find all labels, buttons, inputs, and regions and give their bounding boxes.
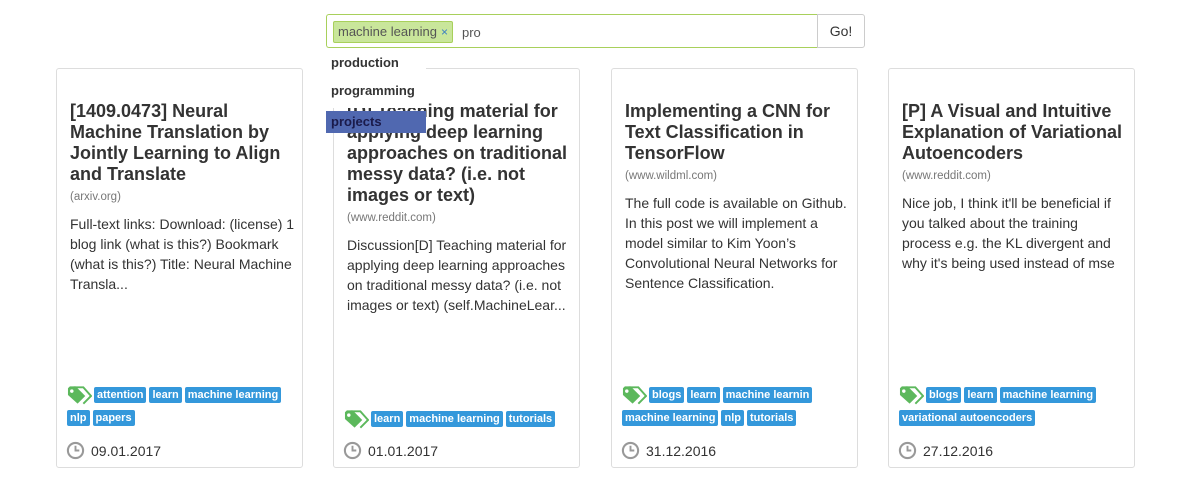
card-excerpt: The full code is available on Github. In… [625, 195, 847, 291]
clock-icon [898, 441, 917, 460]
tag-badge[interactable]: machine learning [406, 411, 503, 427]
article-card: [1409.0473] Neural Machine Translation b… [56, 68, 303, 468]
card-date: 01.01.2017 [368, 443, 439, 459]
chip-remove-icon[interactable]: × [441, 25, 448, 39]
suggestion-programming[interactable]: programming [326, 80, 426, 108]
card-date: 27.12.2016 [923, 443, 994, 459]
card-date: 09.01.2017 [91, 443, 162, 459]
card-source: (arxiv.org) [70, 191, 121, 203]
card-source: (www.reddit.com) [902, 170, 991, 182]
suggestion-production[interactable]: production [326, 52, 426, 80]
search-input[interactable] [462, 22, 762, 42]
card-title[interactable]: Implementing a CNN for Text Classificati… [625, 101, 850, 164]
tag-icon [899, 385, 925, 405]
tag-badge[interactable]: nlp [67, 410, 90, 426]
card-excerpt: Nice job, I think it'll be beneficial if… [902, 195, 1115, 271]
card-source: (www.wildml.com) [625, 170, 717, 182]
autocomplete-dropdown: production programming projects [326, 52, 426, 133]
card-title[interactable]: [1409.0473] Neural Machine Translation b… [70, 101, 295, 185]
tag-badge[interactable]: learn [964, 387, 997, 403]
tag-badge[interactable]: learn [687, 387, 720, 403]
tag-icon [67, 385, 93, 405]
tag-list: blogs learn machine learning variational au… [899, 385, 1131, 433]
clock-icon [343, 441, 362, 460]
tag-icon [344, 409, 370, 429]
selected-tag-chip: machine learning × [333, 21, 454, 43]
clock-icon [621, 441, 640, 460]
tag-list: attention learn machine learning nlp papers [67, 385, 299, 433]
tag-badge[interactable]: tutorials [505, 411, 556, 427]
tag-badge[interactable]: machine learnin [722, 387, 813, 403]
tag-badge[interactable]: tutorials [746, 410, 797, 426]
tag-badge[interactable]: attention [94, 387, 147, 403]
tag-list: blogs learn machine learninmachine learnin… [622, 385, 854, 433]
card-excerpt: Discussion[D] Teaching material for appl… [347, 237, 567, 313]
search-bar: machine learning× Go! [326, 14, 865, 48]
tag-badge[interactable]: machine learning [184, 387, 282, 403]
clock-icon [66, 441, 85, 460]
card-title[interactable]: [P] A Visual and Intuitive Explanation o… [902, 101, 1127, 164]
tag-badge[interactable]: learn [371, 411, 404, 427]
tag-search-box[interactable]: machine learning × [326, 14, 818, 48]
go-button[interactable]: Go! [817, 14, 865, 48]
tag-badge[interactable]: variational autoencoders [899, 410, 1036, 426]
chip-label: machine learning [338, 24, 438, 39]
tag-badge[interactable]: blogs [926, 387, 962, 403]
tag-icon [622, 385, 648, 405]
card-date: 31.12.2016 [646, 443, 717, 459]
tag-badge[interactable]: papers [92, 410, 135, 426]
article-card: [P] A Visual and Intuitive Explanation o… [888, 68, 1135, 468]
suggestion-projects[interactable]: projects [326, 111, 426, 133]
tag-badge[interactable]: blogs [649, 387, 685, 403]
tag-badge[interactable]: machine learning [622, 410, 719, 426]
tag-badge[interactable]: learn [149, 387, 182, 403]
tag-badge[interactable]: machine learning [999, 387, 1097, 403]
tag-list: learn machine learning tutorials [344, 409, 576, 434]
tag-badge[interactable]: nlp [721, 410, 744, 426]
article-card: Implementing a CNN for Text Classificati… [611, 68, 858, 468]
card-excerpt: Full-text links: Download: (license) 1 b… [70, 216, 295, 292]
card-source: (www.reddit.com) [347, 212, 436, 224]
